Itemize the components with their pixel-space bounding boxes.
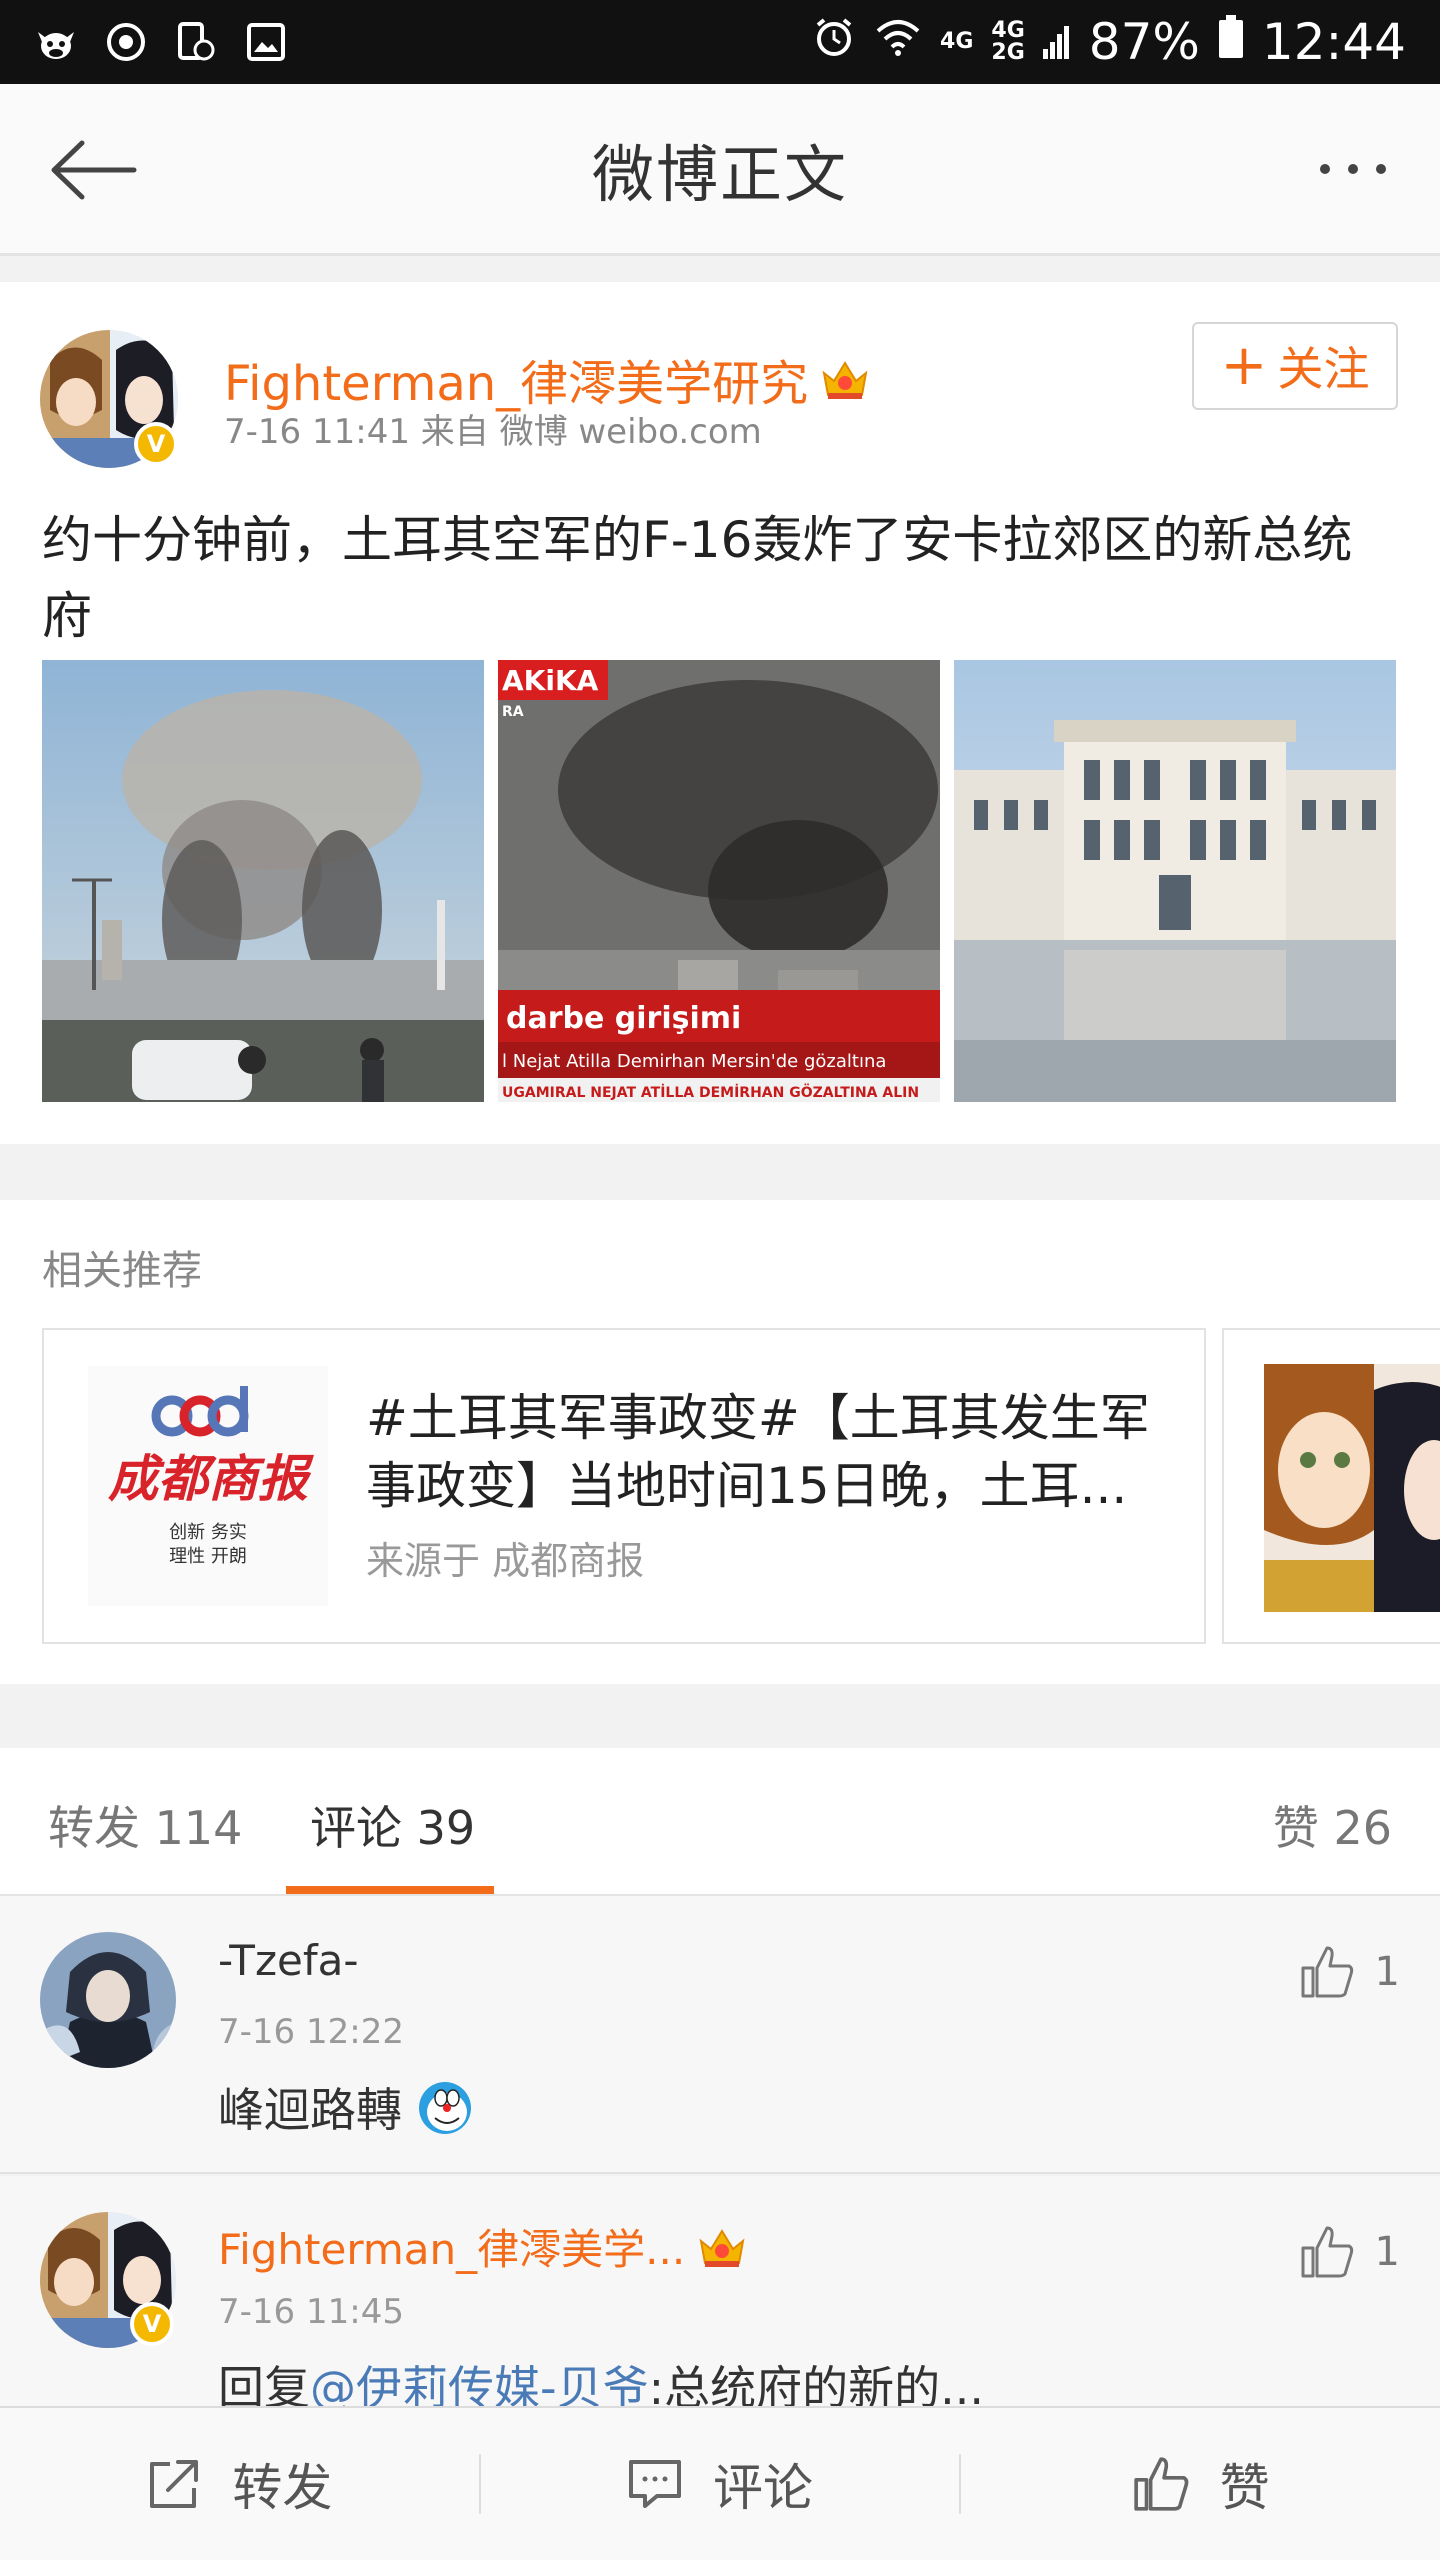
network-4g2g-label: 4G 2G <box>991 20 1024 64</box>
tab-likes[interactable]: 赞 26 <box>1273 1792 1392 1858</box>
weibo-post: V Fighterman_律澪美学研究 7-16 11:41 来自 微博 wei… <box>0 282 1440 1144</box>
bottom-action-bar: 转发 评论 赞 <box>0 2406 1440 2560</box>
comment-item: V Fighterman_律澪美学... 7-16 11:45 回复@伊莉传媒-… <box>0 2176 1440 2415</box>
comment-time: 7-16 12:22 <box>218 2012 404 2052</box>
follow-button[interactable]: + 关注 <box>1192 322 1398 410</box>
app-header: 微博正文 <box>0 84 1440 256</box>
related-card[interactable]: 成都商报 创新 务实 理性 开朗 #土耳其军事政变#【土耳其发生军事政变】当地时… <box>42 1328 1206 1644</box>
tab-comments[interactable]: 评论 39 <box>310 1792 475 1858</box>
repost-label: 转发 <box>232 2459 333 2517</box>
clock: 12:44 <box>1261 13 1406 71</box>
logo-motto-line1: 创新 务实 <box>169 1522 247 1543</box>
network-bottom-label: 2G <box>991 40 1025 65</box>
broadcast-ticker: UGAMIRAL NEJAT ATİLLA DEMİRHAN GÖZALTINA… <box>502 1083 919 1101</box>
comment-button[interactable]: 评论 <box>481 2408 960 2560</box>
tab-reposts[interactable]: 转发 114 <box>48 1792 242 1858</box>
share-icon <box>150 2460 199 2508</box>
post-image-1[interactable] <box>42 660 484 1102</box>
like-label: 赞 <box>1219 2459 1270 2517</box>
related-title: #土耳其军事政变#【土耳其发生军事政变】当地时间15日晚，土耳... <box>366 1389 1150 1515</box>
cow-app-icon <box>34 20 78 64</box>
page-title: 微博正文 <box>591 137 848 211</box>
post-meta: 7-16 11:41 来自 微博 weibo.com <box>224 412 762 452</box>
comment-like-button[interactable]: 1 <box>1299 2224 1400 2280</box>
verified-badge-icon: V <box>134 422 178 466</box>
commenter-name-text: Fighterman_律澪美学... <box>218 2225 686 2274</box>
post-image-2[interactable]: AKiKA RA darbe girişimi l Nejat Atilla D… <box>498 660 940 1102</box>
network-4g-label: 4G <box>940 29 974 54</box>
comment-text: 峰迴路轉 <box>218 2074 473 2140</box>
sync-icon <box>104 20 148 64</box>
comment-like-button[interactable]: 1 <box>1299 1944 1400 2000</box>
back-arrow-icon[interactable] <box>48 130 138 210</box>
crown-member-icon <box>699 2228 745 2267</box>
comment-time: 7-16 11:45 <box>218 2292 404 2332</box>
comment-label: 评论 <box>713 2459 813 2517</box>
device-icon <box>174 20 218 64</box>
commenter-name[interactable]: -Tzefa- <box>218 1936 359 1985</box>
related-recommendations: 相关推荐 成都商报 创新 务实 理性 开朗 #土耳其军事政变#【土耳其发生军事政… <box>0 1200 1440 1684</box>
related-source: 来源于 成都商报 <box>366 1539 645 1583</box>
comment-text-content: 峰迴路轉 <box>218 2083 402 2137</box>
interaction-tabs: 转发 114 评论 39 赞 26 <box>0 1748 1440 1896</box>
thumbs-up-icon <box>1301 2226 1353 2278</box>
comment-like-count: 1 <box>1374 1949 1400 1995</box>
plus-icon: + <box>1220 333 1268 398</box>
thumbs-up-icon <box>1301 1946 1353 1998</box>
more-options-icon[interactable] <box>1320 144 1386 194</box>
anime-thumbnail-image <box>1264 1364 1440 1612</box>
signal-icon <box>1042 13 1071 71</box>
comment-like-count: 1 <box>1374 2229 1400 2275</box>
follow-label: 关注 <box>1277 342 1370 396</box>
doraemon-emoji-icon <box>418 2082 471 2134</box>
verified-badge-icon: V <box>130 2302 174 2346</box>
network-mid-label: 4G <box>991 18 1025 43</box>
broadcast-top-text: AKiKA <box>502 664 599 697</box>
related-label: 相关推荐 <box>42 1248 202 1294</box>
wifi-icon <box>874 13 922 71</box>
alarm-icon <box>812 13 856 71</box>
related-card-2[interactable] <box>1222 1328 1440 1644</box>
post-text: 约十分钟前，土耳其空军的F-16轰炸了安卡拉郊区的新总统府 <box>42 511 1353 645</box>
status-bar: 4G 4G 2G 87% 12:44 <box>0 0 1440 84</box>
logo-wordmark: 成都商报 <box>108 1449 314 1508</box>
battery-icon <box>1218 13 1244 71</box>
thumbs-up-icon <box>1134 2457 1189 2511</box>
chengdu-news-logo: 成都商报 创新 务实 理性 开朗 <box>88 1366 328 1606</box>
like-button[interactable]: 赞 <box>961 2408 1440 2560</box>
crown-member-icon <box>822 361 868 399</box>
broadcast-subline: l Nejat Atilla Demirhan Mersin'de gözalt… <box>502 1051 886 1072</box>
broadcast-headline: darbe girişimi <box>506 1001 741 1036</box>
commenter-name[interactable]: Fighterman_律澪美学... <box>218 2216 747 2277</box>
broadcast-top-small-text: RA <box>502 704 524 720</box>
gallery-icon <box>244 20 288 64</box>
comment-item: -Tzefa- 7-16 12:22 峰迴路轉 1 <box>0 1896 1440 2174</box>
post-image-3[interactable] <box>954 660 1396 1102</box>
active-tab-indicator <box>286 1886 494 1894</box>
logo-motto-line2: 理性 开朗 <box>169 1546 247 1567</box>
comment-icon <box>629 2460 681 2508</box>
commenter-avatar[interactable] <box>40 1932 176 2068</box>
repost-button[interactable]: 转发 <box>0 2408 479 2560</box>
battery-percent: 87% <box>1088 13 1200 71</box>
